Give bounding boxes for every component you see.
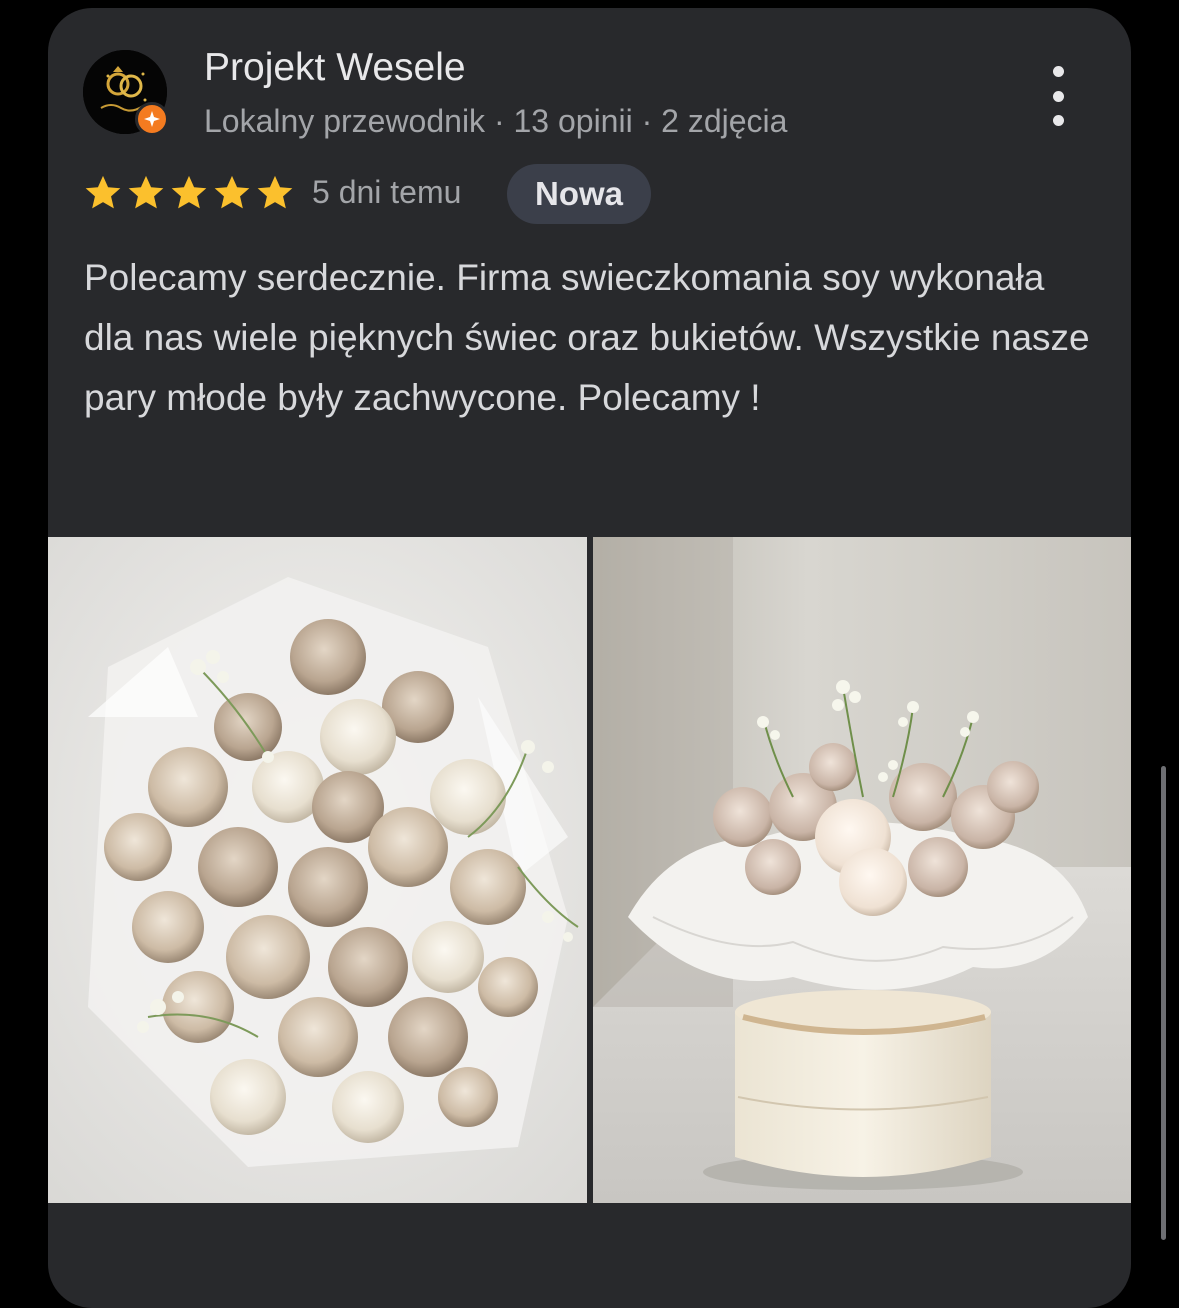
- review-time: 5 dni temu: [312, 174, 462, 210]
- reviewer-name[interactable]: Projekt Wesele: [204, 46, 466, 90]
- star-icon: [257, 175, 293, 209]
- star-icon: [128, 175, 164, 209]
- new-review-chip: Nowa: [507, 164, 651, 224]
- scrollbar[interactable]: [1161, 766, 1166, 1240]
- review-text: Polecamy serdecznie. Firma swieczkomania…: [84, 257, 1090, 418]
- star-rating: [82, 172, 296, 214]
- bouquet-photo[interactable]: [48, 537, 587, 1203]
- star-icon: [171, 175, 207, 209]
- flower-box-image: [593, 537, 1131, 1203]
- more-options-button[interactable]: [1038, 66, 1078, 126]
- star-icon: [85, 175, 121, 209]
- local-guide-badge-icon: [135, 102, 169, 136]
- reviewer-meta: Lokalny przewodnik · 13 opinii · 2 zdjęc…: [204, 103, 788, 139]
- flower-box-photo[interactable]: [593, 537, 1131, 1203]
- star-icon: [214, 175, 250, 209]
- bouquet-image: [48, 537, 587, 1203]
- more-vertical-icon: [1052, 66, 1064, 77]
- review-card: Projekt Wesele Lokalny przewodnik · 13 o…: [48, 8, 1131, 1308]
